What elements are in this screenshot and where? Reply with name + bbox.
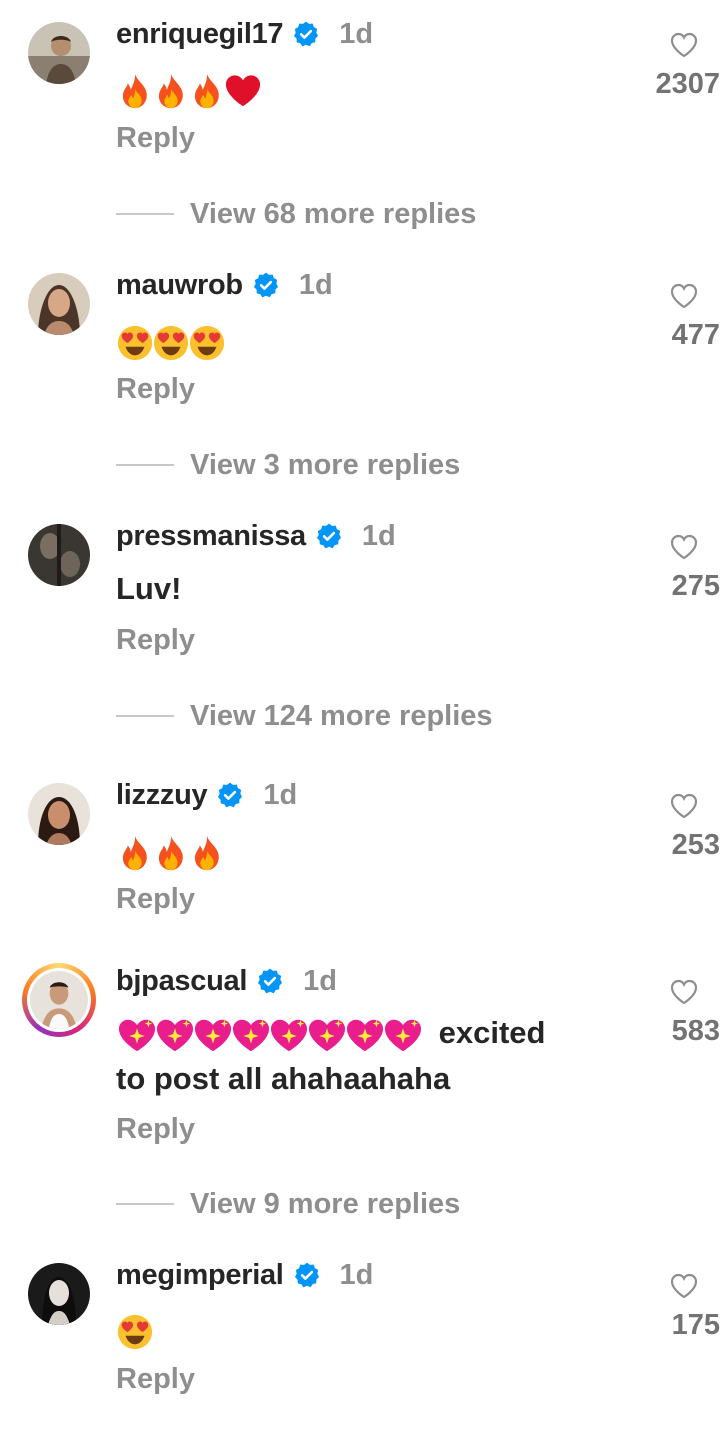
sparkling-heart-emoji-icon [306, 1016, 348, 1054]
like-count: 583 [671, 1015, 720, 1047]
username[interactable]: bjpascual [116, 965, 247, 998]
sparkling-heart-emoji-icon [382, 1016, 424, 1054]
timestamp: 1d [339, 17, 374, 50]
fire-emoji-icon [152, 834, 190, 872]
comment-text: excited to post all ahahaahaha [116, 1010, 594, 1102]
red-heart-emoji-icon [224, 72, 262, 110]
comment-text [116, 318, 224, 364]
fire-emoji-icon [116, 834, 154, 872]
like-count: 175 [671, 1309, 720, 1341]
timestamp: 1d [298, 268, 333, 301]
reply-button[interactable]: Reply [116, 1363, 195, 1396]
avatar [27, 968, 91, 1032]
view-more-replies[interactable]: View 68 more replies [116, 196, 476, 232]
comment-text: Luv! [116, 571, 182, 606]
verified-badge-icon [293, 21, 319, 47]
view-more-replies-label: View 68 more replies [190, 197, 477, 230]
comment-header: enriquegil17 1d [116, 14, 373, 54]
comment-header: lizzzuy 1d [116, 775, 297, 815]
fire-emoji-icon [188, 834, 226, 872]
fire-emoji-icon [152, 72, 190, 110]
like-count: 2307 [655, 68, 720, 100]
avatar[interactable] [28, 273, 90, 335]
view-more-replies[interactable]: View 3 more replies [116, 447, 460, 483]
reply-button[interactable]: Reply [116, 624, 195, 657]
heart-outline-icon[interactable] [670, 1273, 698, 1299]
view-more-replies[interactable]: View 124 more replies [116, 698, 493, 734]
divider [116, 715, 174, 717]
comment-text [116, 1307, 152, 1353]
heart-outline-icon[interactable] [670, 283, 698, 309]
username[interactable]: lizzzuy [116, 779, 208, 812]
fire-emoji-icon [116, 72, 154, 110]
avatar[interactable] [28, 783, 90, 845]
avatar[interactable] [28, 22, 90, 84]
verified-badge-icon [253, 272, 279, 298]
comment-text [116, 828, 224, 874]
verified-badge-icon [217, 782, 243, 808]
sparkling-heart-emoji-icon [192, 1016, 234, 1054]
heart-eyes-emoji-icon [152, 324, 190, 362]
sparkling-heart-emoji-icon [116, 1016, 158, 1054]
comment-header: mauwrob 1d [116, 265, 333, 305]
divider [116, 464, 174, 466]
avatar[interactable] [28, 524, 90, 586]
like-count: 253 [671, 829, 720, 861]
view-more-replies-label: View 3 more replies [190, 448, 461, 481]
view-more-replies[interactable]: View 9 more replies [116, 1186, 460, 1222]
view-more-replies-label: View 9 more replies [190, 1187, 461, 1220]
timestamp: 1d [303, 964, 337, 997]
reply-button[interactable]: Reply [116, 122, 195, 155]
comment-text-tail: excited [438, 1015, 546, 1050]
comment-text [116, 66, 260, 112]
heart-eyes-emoji-icon [116, 324, 154, 362]
avatar[interactable] [28, 1263, 90, 1325]
divider [116, 213, 174, 215]
fire-emoji-icon [188, 72, 226, 110]
heart-outline-icon[interactable] [670, 32, 698, 58]
comment-header: megimperial 1d [116, 1255, 373, 1295]
verified-badge-icon [257, 968, 283, 994]
timestamp: 1d [361, 519, 396, 552]
timestamp: 1d [263, 778, 298, 811]
sparkling-heart-emoji-icon [230, 1016, 272, 1054]
username[interactable]: pressmanissa [116, 520, 306, 553]
like-count: 477 [671, 319, 720, 351]
sparkling-heart-emoji-icon [154, 1016, 196, 1054]
reply-button[interactable]: Reply [116, 373, 195, 406]
like-count: 275 [671, 570, 720, 602]
heart-eyes-emoji-icon [116, 1313, 154, 1351]
divider [116, 1203, 174, 1205]
heart-outline-icon[interactable] [670, 979, 698, 1005]
view-more-replies-label: View 124 more replies [190, 699, 493, 732]
comment-header: pressmanissa 1d [116, 516, 396, 556]
sparkling-heart-emoji-icon [268, 1016, 310, 1054]
username[interactable]: enriquegil17 [116, 18, 284, 51]
reply-button[interactable]: Reply [116, 883, 195, 916]
timestamp: 1d [339, 1258, 374, 1291]
sparkling-heart-emoji-icon [344, 1016, 386, 1054]
heart-outline-icon[interactable] [670, 534, 698, 560]
username[interactable]: megimperial [116, 1259, 284, 1292]
reply-button[interactable]: Reply [116, 1113, 195, 1146]
comment-header: bjpascual 1d [116, 961, 337, 1001]
comment-text-line2: to post all ahahaahaha [116, 1061, 451, 1096]
avatar-story-ring[interactable] [22, 963, 96, 1037]
verified-badge-icon [294, 1262, 320, 1288]
heart-outline-icon[interactable] [670, 793, 698, 819]
username[interactable]: mauwrob [116, 269, 243, 302]
heart-eyes-emoji-icon [188, 324, 226, 362]
comment-text-line: excited [116, 1010, 594, 1056]
verified-badge-icon [316, 523, 342, 549]
